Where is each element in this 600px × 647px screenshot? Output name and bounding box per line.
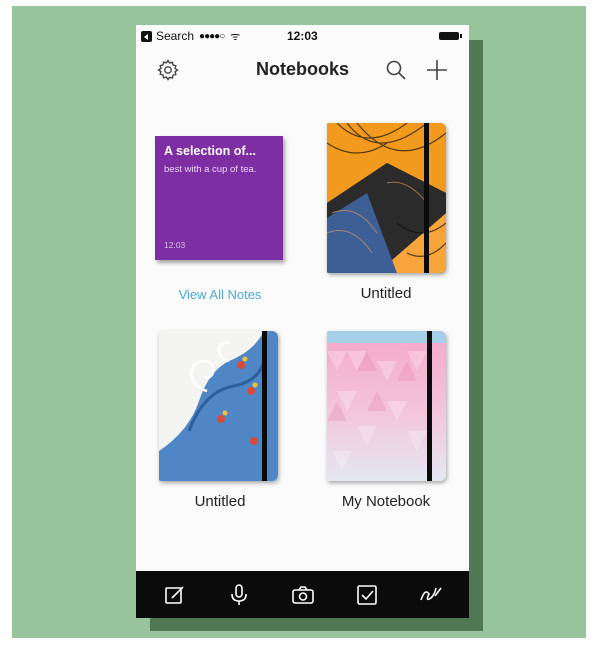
checkbox-icon[interactable] <box>354 582 380 608</box>
notebook-strap <box>262 331 267 481</box>
notebook-cover-untitled-1[interactable] <box>327 123 446 273</box>
back-arrow-icon[interactable] <box>141 30 152 42</box>
notes-card[interactable]: A selection of... best with a cup of tea… <box>155 132 286 260</box>
page-title: Notebooks <box>255 59 349 79</box>
nav-bar: Notebooks <box>136 51 469 91</box>
notebook-strap <box>427 331 432 481</box>
signal-strength: ●●●●○ <box>199 30 225 42</box>
note-preview: best with a cup of tea. <box>164 164 257 175</box>
note-title: A selection of... <box>164 144 256 158</box>
edit-icon[interactable] <box>162 582 188 608</box>
blue-wave-cover-art <box>159 331 278 481</box>
notebook-title: Untitled <box>360 285 412 302</box>
notebook-strap <box>424 123 429 273</box>
status-time: 12:03 <box>287 29 318 43</box>
back-to-search-label[interactable]: Search <box>156 29 194 43</box>
bottom-toolbar <box>136 571 469 618</box>
search-icon[interactable] <box>384 58 408 82</box>
wifi-icon: ᯤ <box>230 30 241 43</box>
note-time: 12:03 <box>164 240 186 250</box>
plus-icon[interactable] <box>424 57 450 83</box>
microphone-icon[interactable] <box>226 582 252 608</box>
notebook-title: Untitled <box>194 493 246 510</box>
handwriting-icon[interactable] <box>418 582 444 608</box>
notebook-cover-untitled-2[interactable] <box>159 331 278 481</box>
notebook-cover-my-notebook[interactable] <box>327 331 446 481</box>
battery-icon <box>439 32 462 40</box>
camera-icon[interactable] <box>290 582 316 608</box>
notebook-title: My Notebook <box>341 493 431 510</box>
phone-screen: Search ●●●●○ ᯤ 12:03 Notebooks A selecti… <box>136 25 469 618</box>
view-all-notes-link[interactable]: View All Notes <box>146 287 294 302</box>
status-bar: Search ●●●●○ ᯤ 12:03 <box>136 25 469 47</box>
